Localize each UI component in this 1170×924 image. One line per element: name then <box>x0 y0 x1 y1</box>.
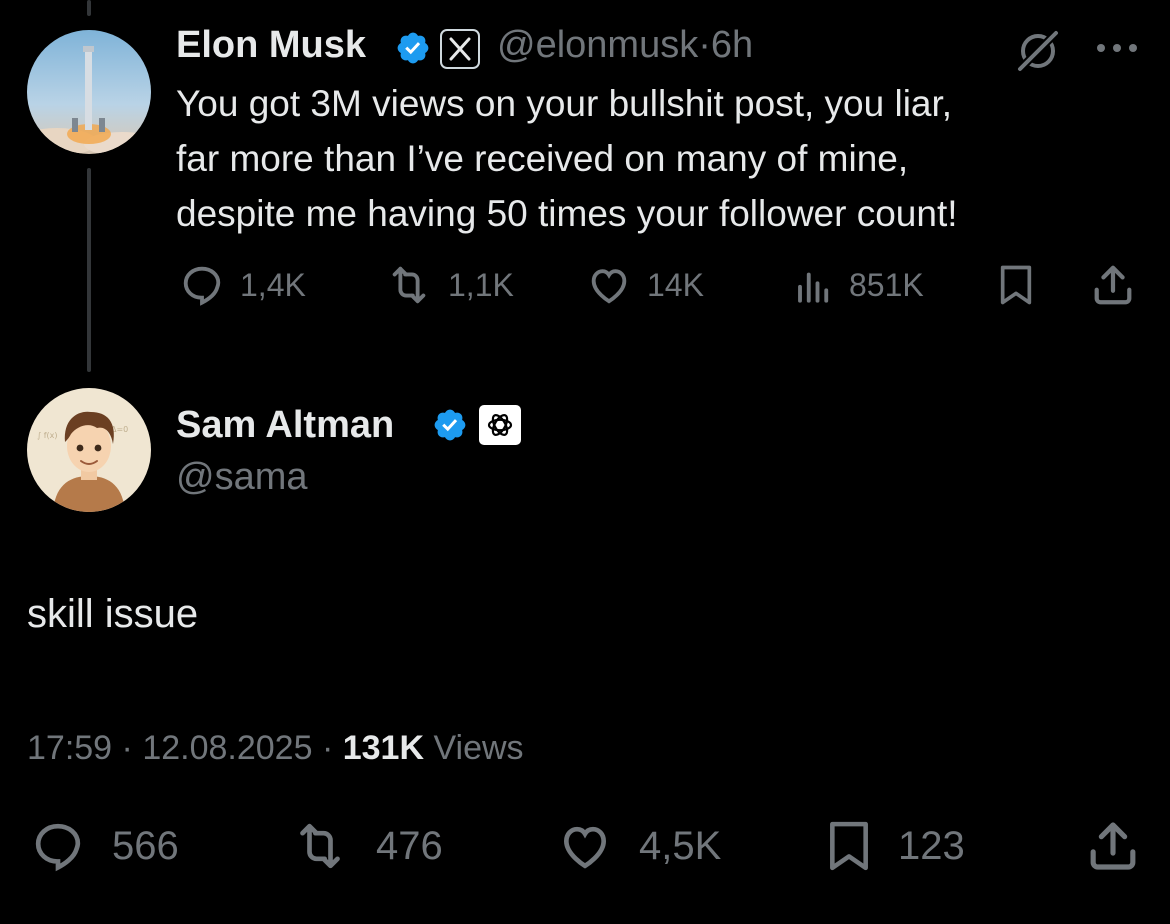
time-separator: · <box>698 24 711 66</box>
like-button[interactable]: 14K <box>585 262 704 308</box>
post-time[interactable]: 17:59 <box>27 729 112 767</box>
grok-icon[interactable] <box>1015 28 1061 79</box>
repost-count: 1,1K <box>448 266 514 303</box>
post-time[interactable]: 6h <box>711 24 753 66</box>
handle-text: @elonmusk <box>497 24 699 66</box>
views-count: 131K <box>342 729 425 767</box>
reply-count: 1,4K <box>240 266 306 303</box>
post-date[interactable]: 12.08.2025 <box>142 729 312 767</box>
share-icon[interactable] <box>1090 262 1136 313</box>
reply-text: skill issue <box>27 592 199 636</box>
avatar-sama[interactable]: ∫ f(x) Δ=0 <box>27 388 151 512</box>
reply-icon <box>35 823 81 872</box>
bookmark-icon[interactable] <box>996 262 1036 313</box>
like-button[interactable]: 4,5K <box>555 818 721 874</box>
reply-button[interactable]: 1,4K <box>178 262 306 308</box>
reply-button[interactable]: 566 <box>28 818 179 874</box>
views-button[interactable]: 851K <box>793 262 924 308</box>
author-name-elon[interactable]: Elon Musk <box>176 24 366 67</box>
reply-icon <box>183 266 221 306</box>
tweet-line: You got 3M views on your bullshit post, … <box>176 83 953 124</box>
heart-icon <box>591 269 627 304</box>
view-count: 851K <box>849 266 924 303</box>
verified-badge-icon <box>432 407 468 448</box>
post-meta: 17:59 · 12.08.2025 · 131K Views <box>27 729 524 768</box>
views-label: Views <box>433 729 524 767</box>
x-affiliate-badge-icon <box>440 29 480 74</box>
repost-icon <box>392 266 426 304</box>
meta-separator: · <box>321 729 334 767</box>
reply-count: 566 <box>112 823 179 868</box>
handle-elon[interactable]: @elonmusk·6h <box>497 24 753 67</box>
repost-count: 476 <box>376 823 443 868</box>
like-count: 4,5K <box>639 823 722 868</box>
meta-separator: · <box>121 729 133 767</box>
repost-button[interactable]: 476 <box>288 818 443 874</box>
thread-connector <box>87 168 91 372</box>
svg-text:∫ f(x): ∫ f(x) <box>37 431 58 440</box>
openai-affiliate-badge-icon <box>478 404 522 451</box>
like-count: 14K <box>647 266 704 303</box>
tweet-text-elon: You got 3M views on your bullshit post, … <box>176 76 958 241</box>
tweet-line: despite me having 50 times your follower… <box>176 193 958 234</box>
tweet-line: far more than I’ve received on many of m… <box>176 138 909 179</box>
share-icon[interactable] <box>1084 818 1142 879</box>
bookmark-icon <box>830 821 868 871</box>
author-name-sama[interactable]: Sam Altman <box>176 404 394 447</box>
analytics-icon <box>798 272 829 303</box>
more-options-icon[interactable] <box>1094 40 1140 61</box>
thread-connector-top <box>87 0 91 16</box>
handle-sama[interactable]: @sama <box>176 456 308 499</box>
bookmark-count: 123 <box>898 823 965 868</box>
bookmark-button[interactable]: 123 <box>824 818 965 874</box>
repost-button[interactable]: 1,1K <box>384 262 514 308</box>
verified-badge-icon <box>395 30 431 71</box>
heart-icon <box>563 826 607 869</box>
repost-icon <box>300 823 340 869</box>
avatar-elon[interactable] <box>27 30 151 154</box>
